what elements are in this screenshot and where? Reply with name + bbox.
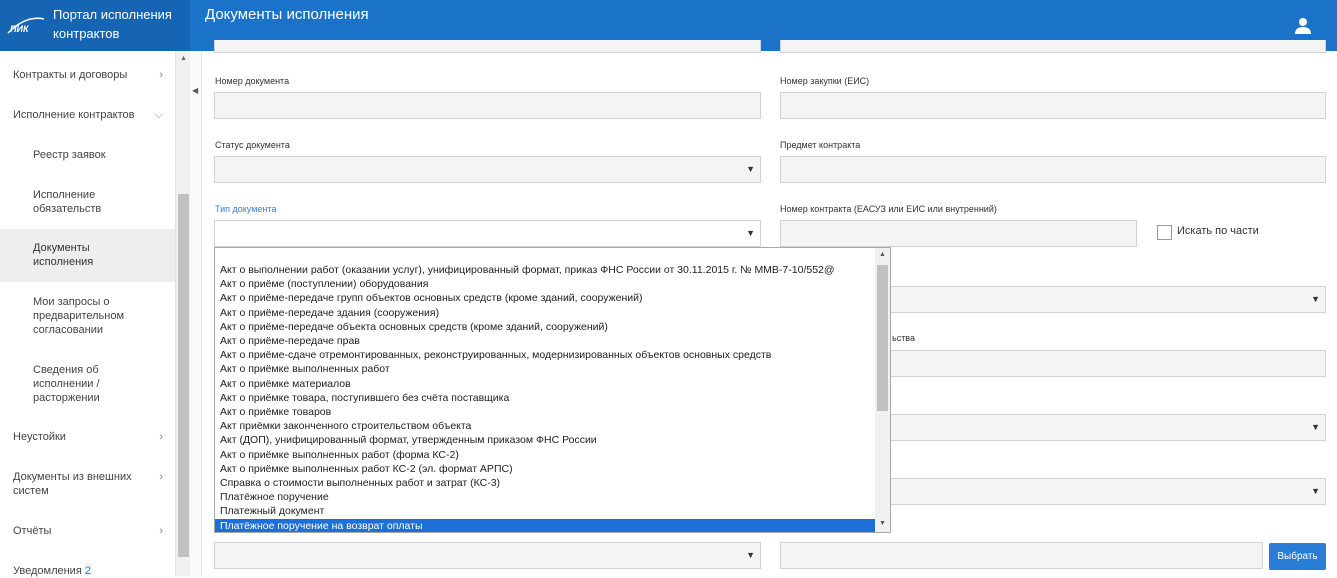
- doc-status-label: Статус документа: [215, 140, 290, 150]
- sidebar-item-contract-execution[interactable]: Исполнение контрактов ⌵: [0, 108, 175, 122]
- chevron-left-icon: ◀: [192, 86, 199, 95]
- dropdown-arrow-icon: ▼: [1311, 422, 1320, 432]
- scroll-up-icon[interactable]: ▲: [180, 55, 187, 62]
- chevron-down-icon: ⌵: [154, 109, 163, 121]
- doc-status-select[interactable]: ▼: [214, 156, 761, 183]
- dropdown-option[interactable]: Акт о приёме-передаче прав: [215, 334, 875, 348]
- dropdown-arrow-icon: ▼: [1311, 486, 1320, 496]
- logo-icon: ПИК: [7, 17, 45, 34]
- contract-subject-input[interactable]: [780, 156, 1326, 183]
- user-icon[interactable]: [1294, 17, 1312, 35]
- svg-text:ПИК: ПИК: [10, 24, 30, 34]
- dropdown-option[interactable]: Акт о приёмке товара, поступившего без с…: [215, 391, 875, 405]
- scroll-down-icon[interactable]: ▼: [879, 520, 886, 527]
- doc-type-label: Тип документа: [215, 204, 277, 214]
- previous-field-right[interactable]: [780, 40, 1326, 53]
- dropdown-option[interactable]: Акт о приёмке выполненных работ: [215, 362, 875, 376]
- purchase-number-label: Номер закупки (ЕИС): [780, 76, 870, 86]
- purchase-number-input[interactable]: [780, 92, 1326, 119]
- sidebar-item-obligations[interactable]: Исполнение обязательств: [0, 188, 175, 216]
- previous-field-left[interactable]: [214, 40, 761, 53]
- sidebar-item-contracts[interactable]: Контракты и договоры ›: [0, 68, 175, 82]
- sidebar-item-external-docs[interactable]: Документы из внешних систем ›: [0, 470, 175, 498]
- dropdown-option[interactable]: Акт о выполнении работ (оказании услуг),…: [215, 263, 875, 277]
- contract-number-input[interactable]: [780, 220, 1137, 247]
- dropdown-option[interactable]: Акт о приёмке материалов: [215, 377, 875, 391]
- dropdown-scrollbar[interactable]: ▲ ▼: [875, 248, 890, 532]
- chevron-right-icon: ›: [159, 525, 163, 537]
- partial-search-checkbox[interactable]: [1157, 225, 1172, 240]
- doc-type-select[interactable]: ▼: [214, 220, 761, 247]
- bottom-left-select[interactable]: ▼: [214, 542, 761, 569]
- dropdown-option[interactable]: Акт о приёме-передаче здания (сооружения…: [215, 306, 875, 320]
- doc-number-input[interactable]: [214, 92, 761, 119]
- partial-field-label: ьства: [892, 333, 915, 343]
- dropdown-option[interactable]: Акт приёмки законченного строительством …: [215, 419, 875, 433]
- bottom-right-input[interactable]: [780, 542, 1263, 569]
- dropdown-option[interactable]: Платёжное поручение: [215, 490, 875, 504]
- dropdown-option[interactable]: Справка о стоимости выполненных работ и …: [215, 476, 875, 490]
- sidebar: Контракты и договоры › Исполнение контрак…: [0, 51, 175, 577]
- contract-number-label: Номер контракта (ЕАСУЗ или ЕИС или внутр…: [780, 204, 997, 214]
- dropdown-option[interactable]: Платёжное поручение на возврат оплаты: [215, 518, 875, 532]
- dropdown-arrow-icon: ▼: [746, 550, 755, 560]
- chevron-right-icon: ›: [159, 471, 163, 483]
- brand-title: Портал исполнения контрактов: [53, 7, 172, 41]
- sidebar-item-execution-info[interactable]: Сведения об исполнении / расторжении: [0, 363, 175, 405]
- sidebar-item-preapproval-requests[interactable]: Мои запросы о предварительном согласовании: [0, 295, 175, 337]
- chevron-right-icon: ›: [159, 69, 163, 81]
- dropdown-option[interactable]: Акт о приёме-сдаче отремонтированных, ре…: [215, 348, 875, 362]
- scroll-up-icon[interactable]: ▲: [879, 251, 886, 258]
- doc-type-dropdown-list[interactable]: ▲ ▼ Акт о выполнении работ (оказании усл…: [214, 247, 891, 533]
- partial-search-label: Искать по части: [1177, 225, 1259, 237]
- dropdown-arrow-icon: ▼: [746, 228, 755, 238]
- sidebar-item-penalties[interactable]: Неустойки ›: [0, 430, 175, 444]
- dropdown-option[interactable]: Акт о приёме-передаче объекта основных с…: [215, 320, 875, 334]
- brand-area[interactable]: ПИК Портал исполнения контрактов: [0, 0, 190, 51]
- dropdown-option[interactable]: Платежный документ: [215, 504, 875, 518]
- notifications-badge: 2: [84, 565, 91, 577]
- dropdown-option[interactable]: Акт о приёмке выполненных работ (форма К…: [215, 448, 875, 462]
- dropdown-arrow-icon: ▼: [1311, 294, 1320, 304]
- sidebar-collapse-handle[interactable]: ◀: [190, 51, 202, 576]
- sidebar-scrollbar-thumb[interactable]: [178, 194, 189, 557]
- dropdown-option[interactable]: Акт о приёмке товаров: [215, 405, 875, 419]
- sidebar-scrollbar[interactable]: ▲: [175, 51, 190, 576]
- dropdown-option[interactable]: Акт о приёме-передаче групп объектов осн…: [215, 291, 875, 305]
- dropdown-scrollbar-thumb[interactable]: [877, 265, 888, 411]
- dropdown-arrow-icon: ▼: [746, 164, 755, 174]
- dropdown-option[interactable]: Акт о приёме (поступлении) оборудования: [215, 277, 875, 291]
- sidebar-item-reports[interactable]: Отчёты ›: [0, 524, 175, 538]
- page-title: Документы исполнения: [205, 6, 369, 23]
- contract-subject-label: Предмет контракта: [780, 140, 861, 150]
- sidebar-item-execution-documents[interactable]: Документы исполнения: [0, 229, 175, 282]
- sidebar-item-requests-registry[interactable]: Реестр заявок: [0, 148, 175, 162]
- select-button[interactable]: Выбрать: [1269, 543, 1326, 570]
- doc-number-label: Номер документа: [215, 76, 290, 86]
- dropdown-option[interactable]: Акт (ДОП), унифицированный формат, утвер…: [215, 433, 875, 447]
- chevron-right-icon: ›: [159, 431, 163, 443]
- dropdown-option[interactable]: Акт о приёмке выполненных работ КС-2 (эл…: [215, 462, 875, 476]
